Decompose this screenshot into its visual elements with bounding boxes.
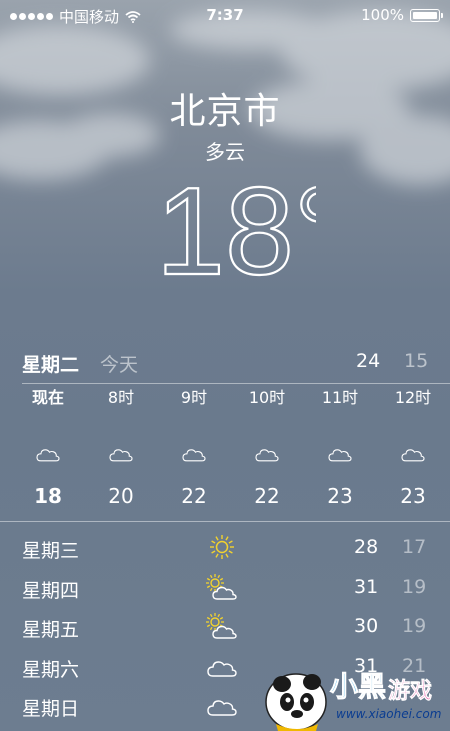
cloud-icon [182,449,206,462]
daily-low: 17 [402,536,427,558]
divider-bottom [0,521,450,522]
cloud-icon [255,449,279,462]
cloud-icon [207,660,237,677]
hourly-temp: 23 [327,484,353,508]
hourly-time: 9时 [180,388,208,407]
daily-weekday: 星期六 [22,658,80,681]
today-high: 24 [356,350,381,372]
today-label: 今天 [100,354,139,376]
hourly-time: 8时 [107,388,135,407]
daily-weekday: 星期五 [22,619,80,641]
hourly-item: 12时 23 [377,386,449,508]
battery-percent: 100% [361,6,404,24]
today-weekday: 星期二 [22,354,80,376]
svg-text:小黑: 小黑 [330,670,386,703]
current-temperature: 18° [156,170,316,282]
hourly-item: 现在 18 [12,386,84,508]
cloud-icon [328,449,352,462]
sun-icon [210,535,234,559]
hourly-temp: 18 [34,484,62,508]
svg-text:18°: 18° [156,170,316,282]
hourly-time: 现在 [31,388,64,407]
cloud-icon [207,700,237,716]
svg-text:游戏: 游戏 [388,678,432,704]
daily-weekday: 星期日 [22,698,80,720]
hourly-item: 10时 22 [231,386,303,508]
daily-row: 星期三 28 17 [0,528,450,564]
hourly-time: 12时 [394,388,432,407]
cloud-icon [36,449,60,462]
xiaohei-watermark-logo: 小黑 游戏 www.xiaohei.com [265,670,441,731]
partly-cloudy-icon [206,573,237,600]
svg-text:www.xiaohei.com: www.xiaohei.com [336,707,441,721]
hourly-temp: 22 [181,484,207,508]
today-low: 15 [404,350,429,372]
daily-weekday: 星期三 [22,540,80,562]
hourly-item: 8时 20 [85,386,157,508]
daily-high: 30 [354,615,379,637]
daily-low: 19 [402,615,427,637]
divider-top [22,383,450,384]
weather-condition: 多云 [205,140,245,164]
daily-high: 28 [354,536,379,558]
daily-row: 星期五 30 19 [0,607,450,643]
hourly-temp: 20 [108,484,134,508]
city-name: 北京市 [169,91,281,132]
hourly-temp: 22 [254,484,280,508]
cloud-icon [401,449,425,462]
partly-cloudy-icon [206,613,237,639]
battery-icon [410,8,443,22]
daily-row: 星期四 31 19 [0,568,450,604]
hourly-item: 11时 23 [304,386,376,508]
today-summary-row: 星期二 今天 24 15 [0,340,450,380]
hourly-item: 9时 22 [158,386,230,508]
hourly-temp: 23 [400,484,426,508]
daily-weekday: 星期四 [22,579,80,602]
status-bar: 中国移动 7:37 100% [0,0,450,30]
daily-high: 31 [354,575,379,598]
hourly-time: 11时 [321,388,359,407]
cloud-icon [109,449,133,462]
hourly-forecast[interactable]: 现在 18 8时 20 9时 22 10时 22 11时 23 12时 23 [0,386,450,521]
hourly-time: 10时 [248,388,286,407]
daily-low: 19 [402,575,427,598]
